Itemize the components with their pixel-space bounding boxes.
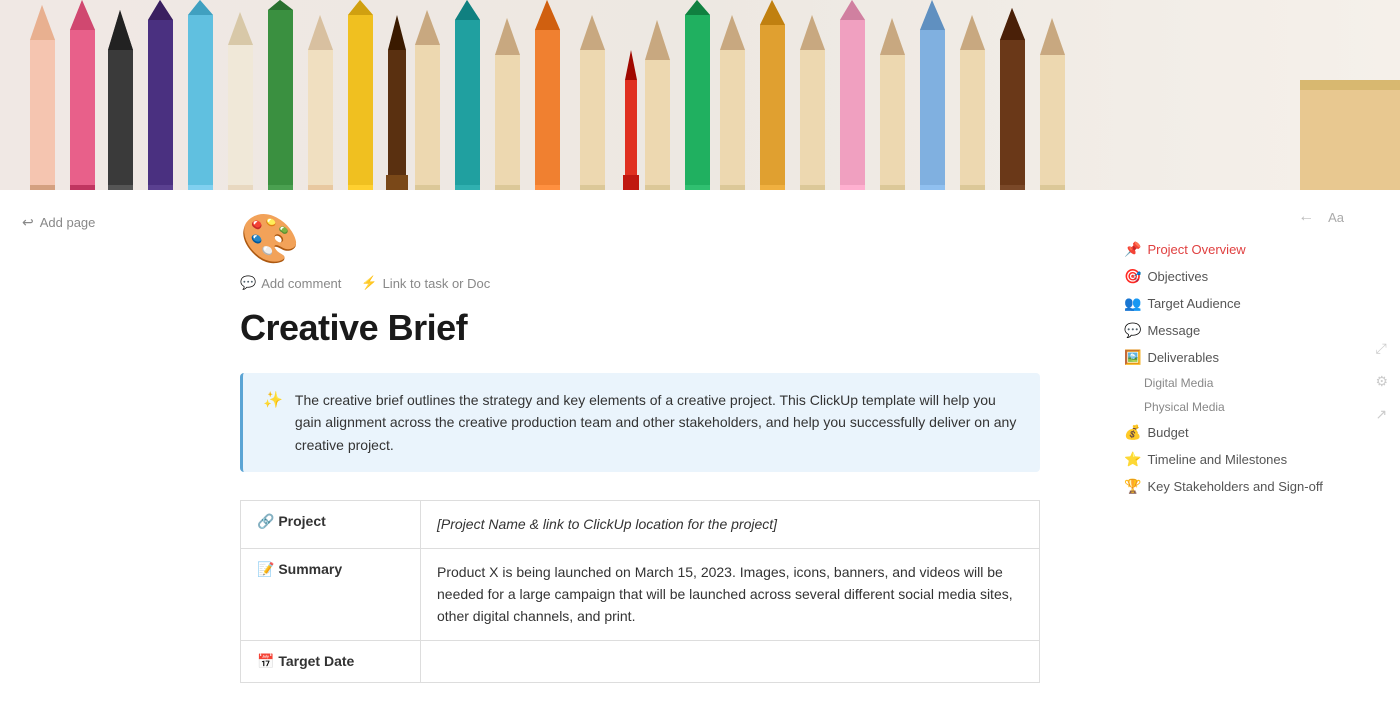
toc-list: 📌 Project Overview 🎯 Objectives 👥 Target Audi… bbox=[1116, 236, 1344, 500]
link-to-task-button[interactable]: ⚡ Link to task or Doc bbox=[361, 275, 490, 291]
label-icon: 🔗 bbox=[257, 513, 274, 529]
share-icon[interactable]: ↗ bbox=[1375, 406, 1388, 423]
toc-item[interactable]: 🏆 Key Stakeholders and Sign-off bbox=[1116, 473, 1344, 500]
callout-icon: ✨ bbox=[263, 390, 283, 410]
label-icon: 📅 bbox=[257, 653, 274, 669]
settings-icon[interactable]: ⚙ bbox=[1375, 373, 1388, 390]
toc-item[interactable]: ⭐ Timeline and Milestones bbox=[1116, 446, 1344, 473]
toc-item-label: Objectives bbox=[1147, 267, 1208, 287]
hero-banner bbox=[0, 0, 1400, 190]
toc-item-icon: 👥 bbox=[1124, 293, 1141, 314]
toc-item-label: Project Overview bbox=[1147, 240, 1245, 260]
toc-item-icon: 🖼️ bbox=[1124, 347, 1141, 368]
toc-item-label: Physical Media bbox=[1144, 398, 1225, 416]
doc-icon: 🎨 bbox=[240, 210, 1040, 267]
toc-item-icon: 💰 bbox=[1124, 422, 1141, 443]
toc-item-label: Message bbox=[1147, 321, 1200, 341]
toc-item[interactable]: 🎯 Objectives bbox=[1116, 263, 1344, 290]
toc-item[interactable]: Physical Media bbox=[1116, 395, 1344, 419]
toolbar: 💬 Add comment ⚡ Link to task or Doc bbox=[240, 275, 1040, 291]
table-value[interactable]: Product X is being launched on March 15,… bbox=[421, 548, 1040, 640]
left-sidebar: ↩ Add page bbox=[0, 190, 200, 723]
toc-item[interactable]: 👥 Target Audience bbox=[1116, 290, 1344, 317]
main-layout: ↩ Add page 🎨 💬 Add comment ⚡ Link to tas… bbox=[0, 190, 1400, 723]
toc-item-label: Digital Media bbox=[1144, 374, 1213, 392]
add-page-icon: ↩ bbox=[22, 214, 34, 231]
add-page-button[interactable]: ↩ Add page bbox=[16, 210, 184, 235]
resize-icon[interactable]: ⤢ bbox=[1375, 340, 1388, 357]
toc-item-icon: 🏆 bbox=[1124, 476, 1141, 497]
table-value-cell[interactable]: [Project Name & link to ClickUp location… bbox=[421, 501, 1040, 548]
toc-item-label: Key Stakeholders and Sign-off bbox=[1147, 477, 1322, 497]
toc-item[interactable]: 📌 Project Overview bbox=[1116, 236, 1344, 263]
link-icon: ⚡ bbox=[361, 275, 377, 291]
toc-item-icon: ⭐ bbox=[1124, 449, 1141, 470]
table-label-cell: 📅 Target Date bbox=[241, 640, 421, 682]
info-table: 🔗 Project [Project Name & link to ClickUp… bbox=[240, 500, 1040, 683]
toc-item-label: Budget bbox=[1147, 423, 1188, 443]
comment-icon: 💬 bbox=[240, 275, 256, 291]
toc-item-icon: 💬 bbox=[1124, 320, 1141, 341]
add-comment-label: Add comment bbox=[261, 276, 341, 291]
toc-item[interactable]: 🖼️ Deliverables bbox=[1116, 344, 1344, 371]
right-sidebar: ← Aa 📌 Project Overview 🎯 Objectives 👥 Target… bbox=[1100, 190, 1360, 723]
font-settings-icon[interactable]: Aa bbox=[1328, 210, 1344, 225]
table-value: [Project Name & link to ClickUp location… bbox=[437, 516, 777, 532]
toc-item-icon: 🎯 bbox=[1124, 266, 1141, 287]
toc-item-label: Target Audience bbox=[1147, 294, 1240, 314]
link-to-task-label: Link to task or Doc bbox=[383, 276, 491, 291]
toc-item[interactable]: 💰 Budget bbox=[1116, 419, 1344, 446]
collapse-button[interactable]: ← bbox=[1292, 206, 1320, 228]
sidebar-header: ← Aa bbox=[1116, 206, 1344, 228]
table-value[interactable] bbox=[421, 640, 1040, 682]
toc-item-label: Deliverables bbox=[1147, 348, 1219, 368]
callout-box: ✨ The creative brief outlines the strate… bbox=[240, 373, 1040, 472]
callout-text: The creative brief outlines the strategy… bbox=[295, 389, 1020, 456]
toc-item-icon: 📌 bbox=[1124, 239, 1141, 260]
page-title: Creative Brief bbox=[240, 307, 1040, 349]
add-comment-button[interactable]: 💬 Add comment bbox=[240, 275, 341, 291]
add-page-label: Add page bbox=[40, 215, 96, 230]
table-row: 📅 Target Date bbox=[241, 640, 1040, 682]
toc-item[interactable]: Digital Media bbox=[1116, 371, 1344, 395]
table-label-cell: 🔗 Project bbox=[241, 501, 421, 548]
label-icon: 📝 bbox=[257, 561, 274, 577]
table-row: 📝 SummaryProduct X is being launched on … bbox=[241, 548, 1040, 640]
toc-item[interactable]: 💬 Message bbox=[1116, 317, 1344, 344]
table-label-cell: 📝 Summary bbox=[241, 548, 421, 640]
toc-item-label: Timeline and Milestones bbox=[1147, 450, 1287, 470]
main-content: 🎨 💬 Add comment ⚡ Link to task or Doc Cr… bbox=[200, 190, 1100, 723]
table-row: 🔗 Project [Project Name & link to ClickUp… bbox=[241, 501, 1040, 548]
